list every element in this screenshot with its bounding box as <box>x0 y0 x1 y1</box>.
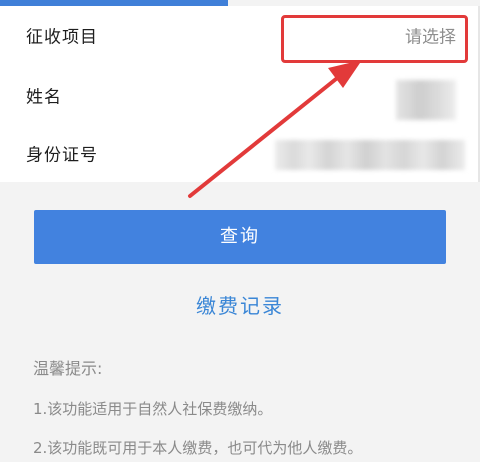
query-button[interactable]: 查询 <box>34 210 446 264</box>
name-field-blurred[interactable] <box>396 80 456 120</box>
payment-records-link[interactable]: 缴费记录 <box>0 290 480 319</box>
tips-title: 温馨提示: <box>33 359 103 378</box>
id-number-label: 身份证号 <box>26 145 98 166</box>
collection-item-label: 征收项目 <box>26 27 98 48</box>
annotation-highlight-box <box>281 15 468 63</box>
name-label: 姓名 <box>26 87 62 108</box>
tip-item: 1.该功能适用于自然人社保费缴纳。 <box>33 400 273 418</box>
id-number-field-blurred[interactable] <box>275 140 465 170</box>
tip-item: 2.该功能既可用于本人缴费，也可代为他人缴费。 <box>33 439 363 457</box>
